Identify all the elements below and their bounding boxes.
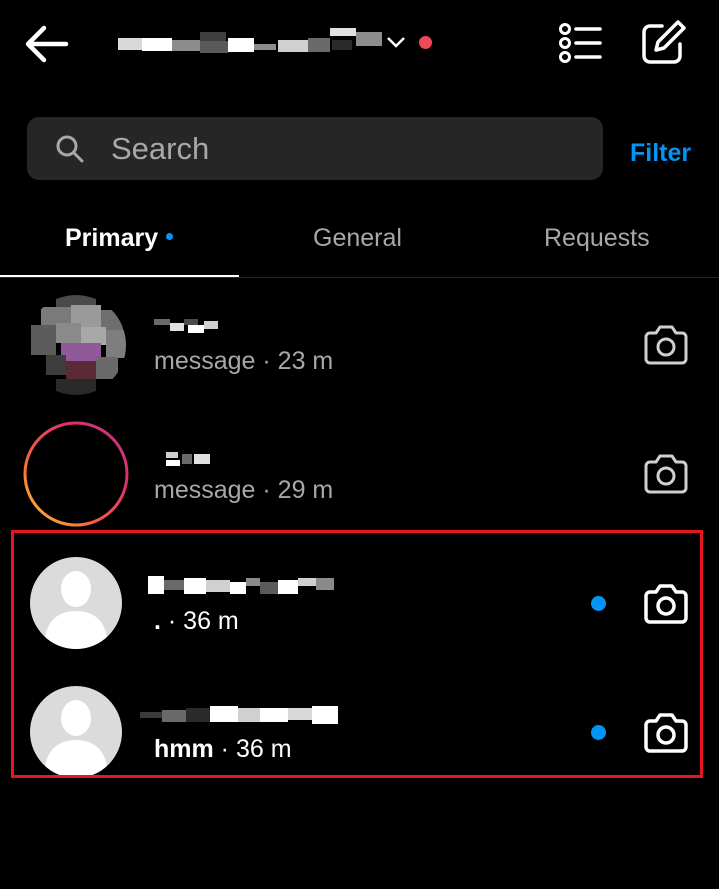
- conversation-row[interactable]: message · 29 m: [0, 412, 719, 540]
- list-icon: [559, 23, 602, 63]
- message-preview: message · 23 m: [154, 347, 334, 375]
- camera-icon: [644, 454, 688, 494]
- camera-button[interactable]: [642, 454, 690, 494]
- arrow-left-icon: [25, 25, 69, 63]
- search-input[interactable]: [111, 117, 581, 180]
- account-username-redacted[interactable]: [118, 28, 388, 62]
- active-tab-indicator: [0, 275, 239, 277]
- message-preview: message · 29 m: [154, 476, 334, 504]
- search-icon: [55, 134, 85, 164]
- chevron-down-icon[interactable]: [384, 30, 408, 54]
- search-bar[interactable]: [27, 117, 603, 180]
- compose-button[interactable]: [638, 18, 688, 66]
- tab-divider: [0, 277, 719, 278]
- avatar-story-ring: [23, 421, 129, 527]
- camera-icon: [644, 325, 688, 365]
- list-button[interactable]: [556, 20, 606, 66]
- camera-button[interactable]: [642, 325, 690, 365]
- contact-name-redacted: [154, 319, 218, 333]
- tab-unread-dot: [166, 232, 174, 240]
- filter-button[interactable]: Filter: [630, 139, 691, 168]
- contact-name-redacted: [166, 452, 210, 466]
- tab-primary[interactable]: Primary: [65, 222, 174, 254]
- highlight-box: [11, 530, 703, 778]
- tab-requests[interactable]: Requests: [544, 222, 650, 254]
- conversation-row[interactable]: message · 23 m: [0, 283, 719, 411]
- avatar: [26, 295, 126, 395]
- compose-icon: [642, 20, 686, 64]
- tab-primary-label: Primary: [65, 224, 159, 252]
- tab-general[interactable]: General: [313, 222, 402, 254]
- back-button[interactable]: [22, 22, 70, 66]
- status-dot: [419, 36, 432, 49]
